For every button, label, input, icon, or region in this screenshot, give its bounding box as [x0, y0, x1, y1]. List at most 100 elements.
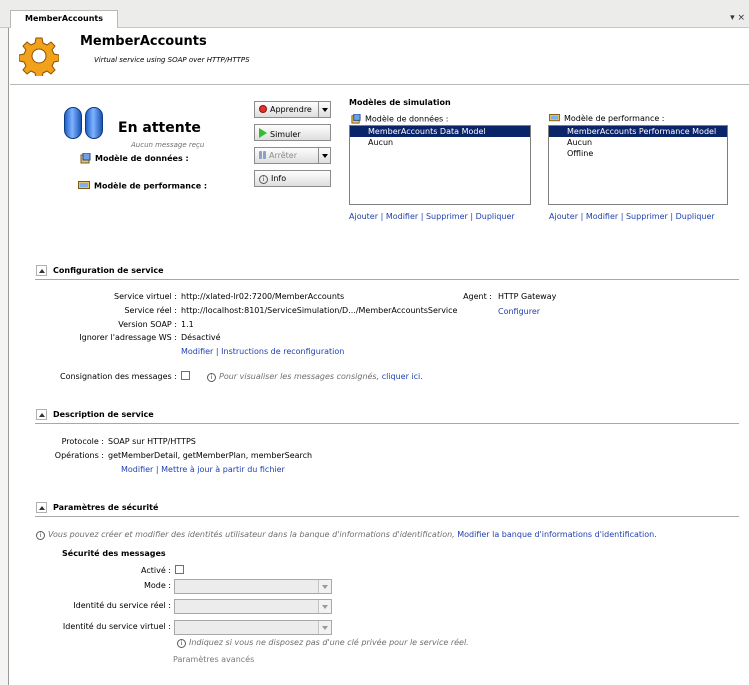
- simulate-label: Simuler: [270, 130, 301, 139]
- update-from-file-link[interactable]: Mettre à jour à partir du fichier: [161, 465, 285, 474]
- ws-addressing-label: Ignorer l'adressage WS :: [79, 333, 177, 342]
- virtual-identity-select[interactable]: [174, 620, 332, 635]
- list-item[interactable]: Offline: [549, 148, 727, 159]
- list-item[interactable]: Aucun: [549, 137, 727, 148]
- list-item[interactable]: MemberAccounts Performance Model: [549, 126, 727, 137]
- collapse-icon[interactable]: [36, 502, 47, 513]
- performance-model-label: Modèle de performance :: [94, 181, 208, 191]
- edit-config-link[interactable]: Modifier: [181, 347, 213, 356]
- status-subtitle: Aucun message reçu: [131, 141, 205, 149]
- data-model-status: Modèle de données :: [80, 153, 189, 164]
- data-models-actions: Ajouter | Modifier | Supprimer | Dupliqu…: [349, 212, 515, 221]
- agent-value: HTTP Gateway: [498, 292, 557, 301]
- pause-icon: [64, 107, 106, 141]
- learn-button[interactable]: Apprendre: [254, 101, 331, 118]
- advanced-settings-link[interactable]: Paramètres avancés: [173, 655, 254, 664]
- reconfig-instructions-link[interactable]: Instructions de reconfiguration: [221, 347, 344, 356]
- security-hint-text: Vous pouvez créer et modifier des identi…: [48, 530, 455, 539]
- virtual-service-label: Service virtuel :: [114, 292, 177, 301]
- info-icon: i: [207, 373, 216, 382]
- logging-hint-text: Pour visualiser les messages consignés,: [219, 372, 380, 381]
- security-heading: Paramètres de sécurité: [53, 503, 159, 512]
- data-models-label-text: Modèle de données :: [365, 114, 449, 124]
- operations-value: getMemberDetail, getMemberPlan, memberSe…: [108, 451, 313, 460]
- list-item[interactable]: Aucun: [350, 137, 530, 148]
- edit-data-model-link[interactable]: Modifier: [386, 212, 418, 221]
- chevron-down-icon: [318, 580, 331, 593]
- simulate-button[interactable]: Simuler: [254, 124, 331, 141]
- simulation-models-title: Modèles de simulation: [349, 98, 451, 107]
- tab-menu-icon[interactable]: ▾ ×: [730, 13, 745, 23]
- stop-icon: [259, 151, 267, 161]
- data-models-list[interactable]: MemberAccounts Data Model Aucun: [349, 125, 531, 205]
- real-service-value: http://localhost:8101/ServiceSimulation/…: [181, 306, 458, 315]
- left-panel-edge: [0, 28, 9, 685]
- info-button[interactable]: i Info: [254, 170, 331, 187]
- record-icon: [259, 105, 267, 113]
- gear-icon: [19, 37, 59, 76]
- real-service-label: Service réel :: [124, 306, 177, 315]
- add-perf-model-link[interactable]: Ajouter: [549, 212, 578, 221]
- mode-select[interactable]: [174, 579, 332, 594]
- learn-label: Apprendre: [270, 105, 312, 114]
- active-label: Activé :: [141, 566, 171, 575]
- chevron-down-icon: [318, 621, 331, 634]
- perf-models-list[interactable]: MemberAccounts Performance Model Aucun O…: [548, 125, 728, 205]
- perf-models-label-text: Modèle de performance :: [564, 114, 665, 123]
- add-data-model-link[interactable]: Ajouter: [349, 212, 378, 221]
- duplicate-data-model-link[interactable]: Dupliquer: [476, 212, 515, 221]
- message-security-title: Sécurité des messages: [62, 549, 166, 558]
- learn-dropdown-button[interactable]: [318, 101, 331, 118]
- configure-agent-link[interactable]: Configurer: [498, 307, 540, 316]
- info-icon: i: [177, 639, 186, 648]
- private-key-hint: i Indiquez si vous ne disposez pas d'une …: [177, 638, 469, 648]
- protocol-label: Protocole :: [61, 437, 104, 446]
- list-item[interactable]: MemberAccounts Data Model: [350, 126, 530, 137]
- stop-dropdown-button[interactable]: [318, 147, 331, 164]
- real-identity-label: Identité du service réel :: [73, 601, 171, 610]
- stop-label: Arrêter: [269, 151, 298, 160]
- operations-label: Opérations :: [54, 451, 104, 460]
- soap-version-label: Version SOAP :: [118, 320, 177, 329]
- collapse-icon[interactable]: [36, 265, 47, 276]
- info-label: Info: [271, 174, 287, 183]
- info-icon: i: [36, 531, 45, 540]
- info-icon: i: [259, 175, 268, 184]
- duplicate-perf-model-link[interactable]: Dupliquer: [676, 212, 715, 221]
- security-hint: i Vous pouvez créer et modifier des ident…: [36, 530, 657, 540]
- edit-credential-store-link[interactable]: Modifier la banque d'informations d'iden…: [457, 530, 657, 539]
- status-title: En attente: [118, 120, 201, 136]
- collapse-icon[interactable]: [36, 409, 47, 420]
- service-config-heading: Configuration de service: [53, 266, 164, 275]
- service-desc-links: Modifier | Mettre à jour à partir du fic…: [121, 465, 285, 474]
- data-model-label: Modèle de données :: [95, 154, 189, 163]
- message-logging-checkbox[interactable]: [181, 371, 190, 381]
- message-logging-label: Consignation des messages :: [60, 372, 177, 381]
- section-divider: [35, 279, 739, 280]
- protocol-value: SOAP sur HTTP/HTTPS: [108, 437, 196, 446]
- private-key-hint-text: Indiquez si vous ne disposez pas d'une c…: [189, 638, 469, 647]
- active-checkbox[interactable]: [175, 565, 184, 575]
- service-config-links: Modifier | Instructions de reconfigurati…: [181, 347, 345, 356]
- virtual-identity-label: Identité du service virtuel :: [62, 622, 171, 631]
- performance-model-status: Modèle de performance :: [78, 181, 207, 191]
- agent-label: Agent :: [463, 292, 492, 301]
- edit-perf-model-link[interactable]: Modifier: [586, 212, 618, 221]
- data-model-icon: [80, 153, 91, 164]
- service-subtitle: Virtual service using SOAP over HTTP/HTT…: [94, 56, 250, 64]
- section-divider: [35, 423, 739, 424]
- stop-button[interactable]: Arrêter: [254, 147, 331, 164]
- ws-addressing-value: Désactivé: [181, 333, 221, 342]
- delete-perf-model-link[interactable]: Supprimer: [626, 212, 668, 221]
- section-divider: [35, 516, 739, 517]
- edit-desc-link[interactable]: Modifier: [121, 465, 153, 474]
- performance-model-icon: [549, 114, 560, 122]
- view-logs-link[interactable]: cliquer ici.: [382, 372, 423, 381]
- chevron-down-icon: [318, 600, 331, 613]
- perf-models-actions: Ajouter | Modifier | Supprimer | Dupliqu…: [549, 212, 715, 221]
- tab-memberaccounts[interactable]: MemberAccounts: [10, 10, 118, 28]
- real-identity-select[interactable]: [174, 599, 332, 614]
- service-desc-heading: Description de service: [53, 410, 154, 419]
- delete-data-model-link[interactable]: Supprimer: [426, 212, 468, 221]
- play-icon: [259, 128, 267, 138]
